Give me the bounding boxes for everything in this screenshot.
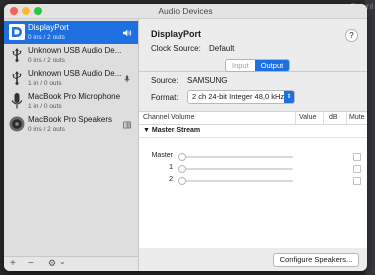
volume-slider-1[interactable] — [183, 168, 293, 170]
section-master-stream[interactable]: ▼ Master Stream — [143, 127, 200, 134]
column-divider — [295, 112, 296, 124]
configure-speakers-button[interactable]: Configure Speakers... — [273, 253, 359, 267]
channel-volume-table: Channel Volume Value dB Mute ▼ Master St… — [139, 111, 367, 248]
source-value: SAMSUNG — [187, 76, 228, 85]
chevron-down-icon[interactable]: ⌄ — [59, 257, 66, 266]
device-name: DisplayPort — [28, 23, 69, 32]
mute-checkbox-master[interactable] — [353, 153, 361, 161]
io-segmented-control: Input Output — [225, 59, 291, 72]
device-io: 0 ins / 2 outs — [28, 126, 65, 133]
header-db: dB — [329, 114, 338, 121]
section-title: Master Stream — [151, 127, 201, 134]
tab-output[interactable]: Output — [254, 60, 290, 71]
mute-checkbox-1[interactable] — [353, 165, 361, 173]
divider — [139, 137, 367, 138]
source-label: Source: — [151, 76, 179, 85]
volume-slider-2[interactable] — [183, 180, 293, 182]
mute-checkbox-2[interactable] — [353, 177, 361, 185]
sidebar-footer: + − ⚙ ⌄ — [4, 256, 138, 271]
slider-knob[interactable] — [178, 165, 186, 173]
device-item-displayport[interactable]: DisplayPort 0 ins / 2 outs — [4, 21, 138, 44]
speaker-icon — [9, 116, 25, 132]
microphone-icon — [124, 75, 130, 83]
device-item-usb-2[interactable]: Unknown USB Audio De... 1 in / 0 outs — [4, 67, 138, 90]
speaker-volume-icon — [123, 29, 132, 37]
gear-icon[interactable]: ⚙ — [48, 258, 56, 269]
channel-label-1: 1 — [169, 164, 173, 171]
device-io: 0 ins / 2 outs — [28, 57, 65, 64]
device-detail-panel: DisplayPort ? Clock Source: Default Inpu… — [139, 19, 367, 271]
slider-knob[interactable] — [178, 153, 186, 161]
audio-devices-window: Audio Devices DisplayPort 0 ins / 2 outs — [4, 4, 367, 271]
title-bar[interactable]: Audio Devices — [4, 4, 367, 19]
device-io: 0 ins / 2 outs — [28, 34, 65, 41]
device-item-macbook-microphone[interactable]: MacBook Pro Microphone 1 in / 0 outs — [4, 90, 138, 113]
column-divider — [323, 112, 324, 124]
device-title: DisplayPort — [151, 29, 202, 39]
chevron-updown-icon: ⇕ — [284, 91, 294, 103]
format-select[interactable]: 2 ch 24-bit Integer 48,0 kHz ⇕ — [187, 90, 295, 104]
tab-input[interactable]: Input — [226, 60, 255, 71]
device-name: MacBook Pro Microphone — [28, 92, 121, 101]
channel-label-master: Master — [151, 152, 173, 159]
clock-source-label: Clock Source: — [151, 44, 201, 53]
disclosure-triangle-icon[interactable]: ▼ — [143, 127, 152, 134]
header-channel-volume: Channel Volume — [143, 114, 195, 121]
device-list: DisplayPort 0 ins / 2 outs Unknown USB A… — [4, 19, 139, 271]
add-device-button[interactable]: + — [10, 258, 16, 269]
device-item-macbook-speakers[interactable]: MacBook Pro Speakers 0 ins / 2 outs — [4, 113, 138, 136]
header-value: Value — [299, 114, 317, 121]
device-name: Unknown USB Audio De... — [28, 69, 122, 78]
remove-device-button[interactable]: − — [28, 258, 34, 269]
device-name: Unknown USB Audio De... — [28, 46, 122, 55]
clock-source-value[interactable]: Default — [209, 44, 234, 53]
slider-knob[interactable] — [178, 177, 186, 185]
device-item-usb-1[interactable]: Unknown USB Audio De... 0 ins / 2 outs — [4, 44, 138, 67]
finder-icon — [123, 121, 131, 129]
window-title: Audio Devices — [158, 6, 213, 16]
usb-icon — [12, 71, 22, 85]
microphone-icon — [11, 93, 23, 109]
volume-slider-master[interactable] — [183, 156, 293, 158]
format-label: Format: — [151, 93, 179, 102]
channel-label-2: 2 — [169, 176, 173, 183]
device-name: MacBook Pro Speakers — [28, 115, 113, 124]
format-value: 2 ch 24-bit Integer 48,0 kHz — [192, 92, 285, 101]
usb-icon — [12, 48, 22, 62]
device-io: 1 in / 0 outs — [28, 103, 62, 110]
column-divider — [346, 112, 347, 124]
help-button[interactable]: ? — [345, 29, 358, 42]
device-io: 1 in / 0 outs — [28, 80, 62, 87]
header-mute: Mute — [349, 114, 365, 121]
displayport-icon — [9, 24, 25, 40]
